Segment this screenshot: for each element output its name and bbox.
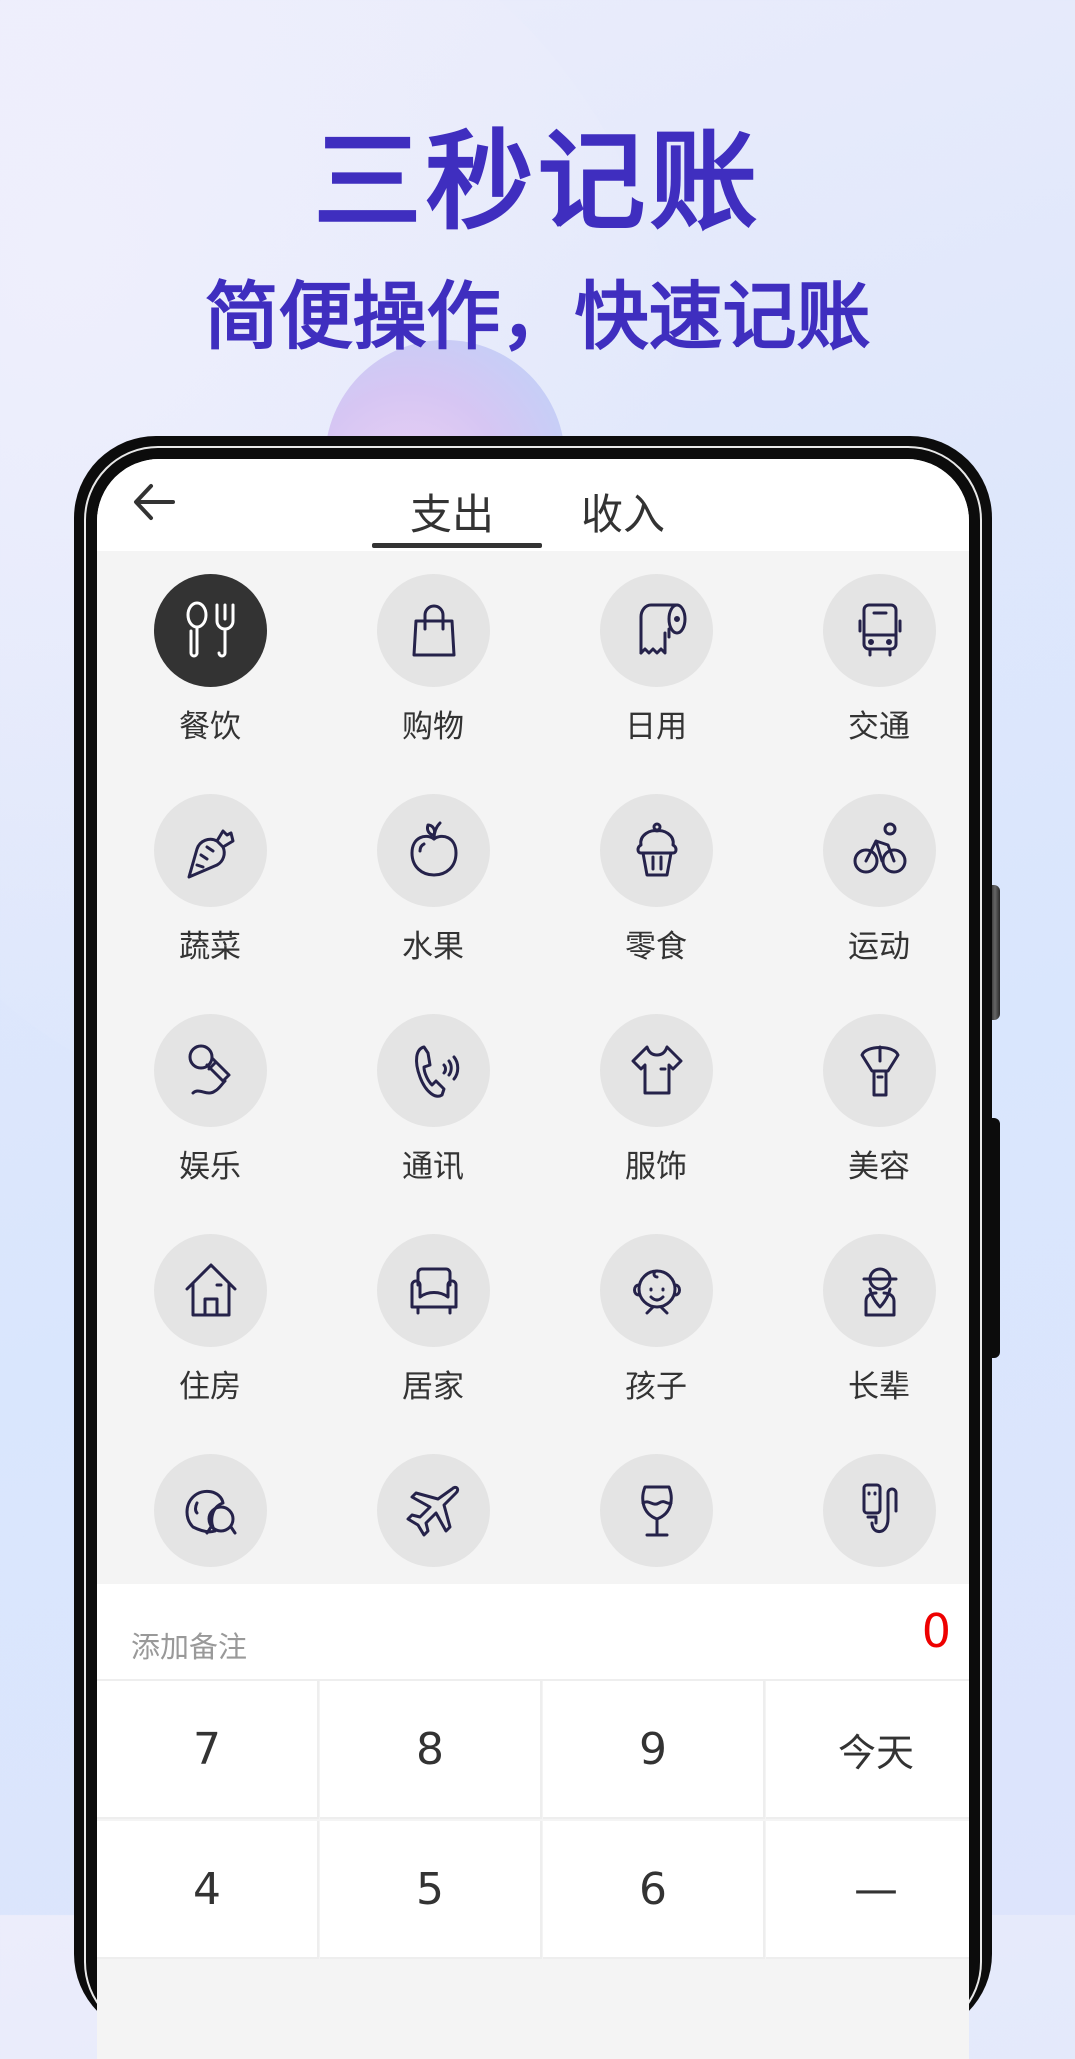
phone-call-icon — [414, 1045, 459, 1098]
category-label: 运动 — [848, 929, 910, 965]
category-icon-circle — [823, 1014, 936, 1127]
category-居家[interactable]: 居家 — [320, 1211, 538, 1431]
category-label: 餐饮 — [179, 709, 241, 745]
category-label: 娱乐 — [179, 1149, 241, 1185]
category-icon-circle — [377, 1014, 490, 1127]
category-icon-circle — [377, 1454, 490, 1567]
category-icon-circle — [377, 1234, 490, 1347]
category-长辈[interactable]: 长辈 — [766, 1211, 969, 1431]
category-餐饮[interactable]: 餐饮 — [97, 551, 315, 771]
category-娱乐[interactable]: 娱乐 — [97, 991, 315, 1211]
category-icon-circle — [154, 794, 267, 907]
tab-income[interactable]: 收入 — [581, 481, 665, 542]
category-label: 长辈 — [848, 1369, 910, 1405]
category-icon-circle — [600, 1014, 713, 1127]
category-水果[interactable]: 水果 — [320, 771, 538, 991]
active-tab-indicator — [372, 543, 542, 548]
category-孩子[interactable]: 孩子 — [543, 1211, 761, 1431]
makeup-brush-icon — [860, 1045, 899, 1096]
app-screen: 支出 收入 餐饮 购物 日用 交通蔬菜 水果 零食 运动娱乐 通讯 服饰 美容住房 居家 孩子 长辈 添… — [97, 459, 969, 2059]
category-icon-circle — [823, 574, 936, 687]
chat-bubbles-icon — [185, 1489, 236, 1534]
category-icon-circle — [600, 574, 713, 687]
keypad-key[interactable]: 今天 — [766, 1681, 969, 1819]
category-label: 交通 — [848, 709, 910, 745]
cupcake-icon — [636, 822, 677, 876]
category-icon-circle — [600, 794, 713, 907]
note-input[interactable]: 添加备注 — [131, 1624, 247, 1666]
category-通讯[interactable]: 通讯 — [320, 991, 538, 1211]
keypad-key[interactable]: 8 — [320, 1681, 542, 1819]
category-label: 购物 — [402, 709, 464, 745]
category-icon-circle — [154, 574, 267, 687]
top-bar: 支出 收入 — [97, 459, 969, 551]
shirt-icon — [631, 1045, 682, 1094]
category-label: 水果 — [402, 929, 464, 965]
category-日用[interactable]: 日用 — [543, 551, 761, 771]
category-icon-circle — [823, 1454, 936, 1567]
phone-frame: 支出 收入 餐饮 购物 日用 交通蔬菜 水果 零食 运动娱乐 通讯 服饰 美容住房 居家 孩子 长辈 添… — [74, 436, 992, 2059]
amount-display: 0 — [921, 1604, 951, 1658]
category-住房[interactable]: 住房 — [97, 1211, 315, 1431]
category-icon-circle — [377, 794, 490, 907]
category-零食[interactable]: 零食 — [543, 771, 761, 991]
keypad-key[interactable]: 4 — [97, 1821, 319, 1959]
arrow-left-icon — [134, 484, 175, 520]
elder-icon — [862, 1267, 897, 1316]
category-icon-circle — [154, 1014, 267, 1127]
promo-title: 三秒记账 — [313, 120, 762, 245]
baby-icon — [632, 1269, 681, 1314]
category-label: 美容 — [848, 1149, 910, 1185]
carrot-icon — [187, 829, 234, 878]
keypad-key[interactable]: 9 — [543, 1681, 765, 1819]
category-label: 服饰 — [625, 1149, 687, 1185]
category-icon-circle — [600, 1234, 713, 1347]
cycling-icon — [853, 822, 906, 873]
bus-icon — [858, 603, 901, 656]
category-蔬菜[interactable]: 蔬菜 — [97, 771, 315, 991]
category-icon-circle — [600, 1454, 713, 1567]
toilet-paper-icon — [639, 603, 686, 654]
wine-glass-icon — [640, 1485, 673, 1536]
category-交通[interactable]: 交通 — [766, 551, 969, 771]
back-button[interactable] — [127, 477, 187, 527]
category-运动[interactable]: 运动 — [766, 771, 969, 991]
apple-icon — [410, 821, 457, 876]
promo-subtitle: 简便操作，快速记账 — [204, 274, 871, 360]
category-label: 住房 — [179, 1369, 241, 1405]
category-label: 蔬菜 — [179, 929, 241, 965]
category-label: 日用 — [625, 709, 687, 745]
keypad-key[interactable]: 6 — [543, 1821, 765, 1959]
category-美容[interactable]: 美容 — [766, 991, 969, 1211]
armchair-icon — [410, 1267, 457, 1314]
category-label: 零食 — [625, 929, 687, 965]
keypad-key[interactable]: 7 — [97, 1681, 319, 1819]
category-icon-circle — [154, 1454, 267, 1567]
category-icon-circle — [154, 1234, 267, 1347]
shopping-bag-icon — [412, 604, 455, 656]
tab-expense[interactable]: 支出 — [410, 481, 494, 542]
note-row: 添加备注 0 — [97, 1584, 969, 1681]
keypad-key[interactable]: 5 — [320, 1821, 542, 1959]
category-label: 居家 — [402, 1369, 464, 1405]
keypad-key[interactable]: — — [766, 1821, 969, 1959]
house-icon — [185, 1263, 236, 1316]
category-label: 孩子 — [625, 1369, 687, 1405]
category-label: 通讯 — [402, 1149, 464, 1185]
usb-cable-icon — [862, 1483, 897, 1533]
category-icon-circle — [823, 794, 936, 907]
category-服饰[interactable]: 服饰 — [543, 991, 761, 1211]
microphone-icon — [188, 1044, 230, 1094]
category-icon-circle — [823, 1234, 936, 1347]
airplane-icon — [406, 1485, 459, 1536]
category-icon-circle — [377, 574, 490, 687]
category-购物[interactable]: 购物 — [320, 551, 538, 771]
utensils-icon — [186, 601, 234, 657]
